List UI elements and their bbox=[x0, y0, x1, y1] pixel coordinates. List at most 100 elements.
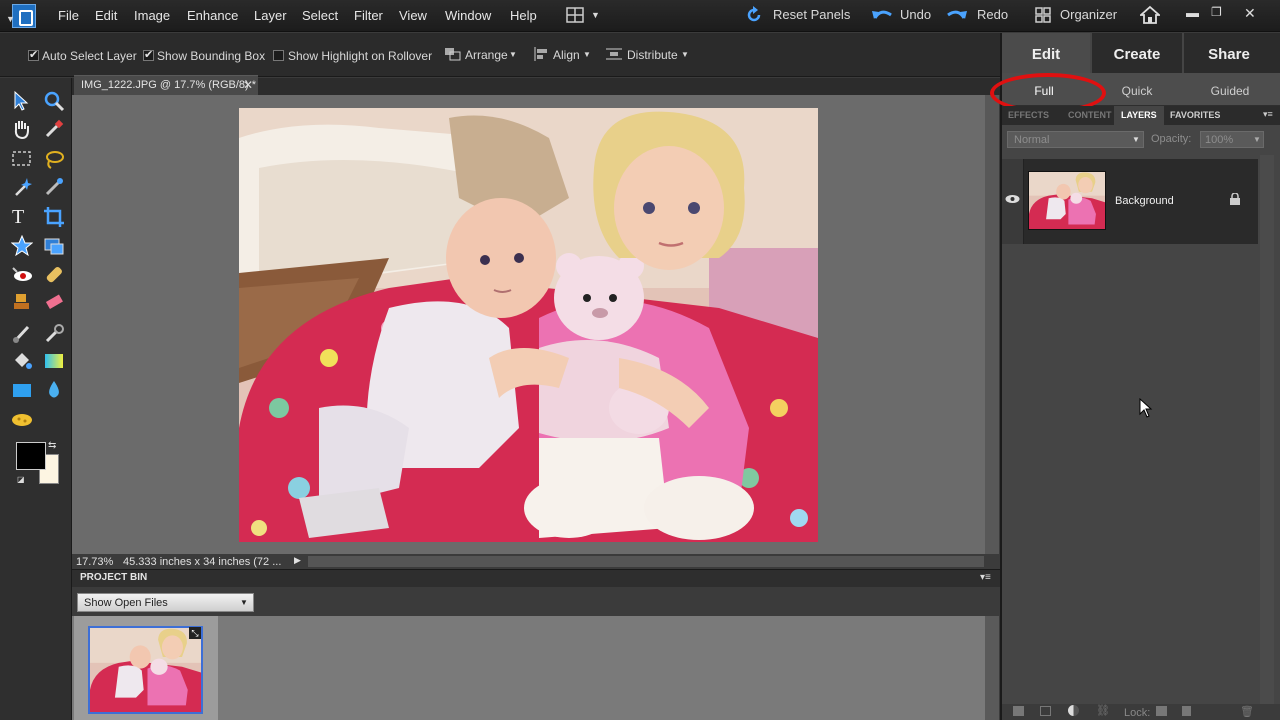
minimize-icon[interactable]: ▬ bbox=[1186, 5, 1199, 20]
menu-view[interactable]: View bbox=[399, 8, 427, 23]
show-highlight-checkbox[interactable] bbox=[273, 50, 284, 61]
distribute-chevron-icon[interactable]: ▼ bbox=[681, 50, 689, 59]
red-eye-tool-icon[interactable] bbox=[11, 264, 33, 286]
default-colors-icon[interactable]: ◪ bbox=[17, 475, 25, 484]
panel-menu-icon[interactable]: ▾≡ bbox=[1263, 109, 1273, 120]
cookie-cutter-tool-icon[interactable] bbox=[11, 235, 33, 257]
eraser-tool-icon[interactable] bbox=[43, 292, 65, 314]
type-tool-icon[interactable]: T bbox=[12, 206, 24, 229]
show-highlight-label: Show Highlight on Rollover bbox=[288, 49, 433, 63]
link-icon[interactable]: ⛓ bbox=[1096, 704, 1110, 717]
clone-stamp-tool-icon[interactable] bbox=[11, 292, 33, 314]
subtab-guided[interactable]: Guided bbox=[1190, 84, 1270, 98]
move-tool-icon[interactable] bbox=[11, 90, 33, 112]
bin-show-select[interactable]: Show Open Files ▼ bbox=[77, 593, 254, 612]
tab-create[interactable]: Create bbox=[1092, 46, 1182, 63]
align-icon[interactable] bbox=[533, 47, 551, 61]
blend-mode-value: Normal bbox=[1014, 134, 1050, 146]
status-arrow-icon[interactable]: ▶ bbox=[294, 555, 301, 566]
arrange-icon[interactable] bbox=[444, 47, 462, 61]
bin-vertical-scrollbar[interactable] bbox=[985, 616, 999, 720]
recompose-tool-icon[interactable] bbox=[43, 235, 65, 257]
brush-tool-icon[interactable] bbox=[11, 322, 33, 344]
eye-icon[interactable] bbox=[1005, 194, 1020, 204]
shape-tool-icon[interactable] bbox=[11, 379, 33, 401]
workspace-chevron-icon[interactable]: ▼ bbox=[591, 10, 600, 20]
mouse-cursor-icon bbox=[1139, 398, 1153, 418]
tab-share[interactable]: Share bbox=[1184, 46, 1274, 63]
canvas-horizontal-scrollbar[interactable] bbox=[308, 556, 984, 567]
menu-filter[interactable]: Filter bbox=[354, 8, 383, 23]
options-menu-icon[interactable]: ▼ bbox=[6, 14, 15, 24]
organizer-icon[interactable] bbox=[1034, 6, 1052, 24]
tab-layers[interactable]: LAYERS bbox=[1121, 110, 1157, 120]
smart-brush-tool-icon[interactable] bbox=[43, 322, 65, 344]
blur-tool-icon[interactable] bbox=[43, 379, 65, 401]
distribute-button[interactable]: Distribute bbox=[627, 48, 678, 62]
distribute-icon[interactable] bbox=[606, 47, 624, 61]
undo-icon[interactable] bbox=[871, 6, 893, 24]
magic-wand-tool-icon[interactable] bbox=[11, 176, 33, 198]
lock-label: Lock: bbox=[1124, 707, 1151, 719]
lock-transparency-icon[interactable] bbox=[1156, 706, 1167, 716]
eyedropper-tool-icon[interactable] bbox=[43, 118, 65, 140]
tab-content[interactable]: CONTENT bbox=[1068, 110, 1112, 120]
arrange-chevron-icon[interactable]: ▼ bbox=[509, 50, 517, 59]
subtab-quick[interactable]: Quick bbox=[1097, 84, 1177, 98]
crop-tool-icon[interactable] bbox=[43, 206, 65, 228]
sponge-tool-icon[interactable] bbox=[11, 409, 33, 431]
lock-all-icon[interactable] bbox=[1182, 706, 1191, 716]
adjustment-layer-icon[interactable] bbox=[1068, 705, 1079, 716]
quick-selection-tool-icon[interactable] bbox=[43, 176, 65, 198]
opacity-value: 100% bbox=[1205, 134, 1234, 146]
undo-button[interactable]: Undo bbox=[900, 7, 931, 22]
document-photo[interactable] bbox=[239, 108, 818, 542]
project-bin-menu-icon[interactable]: ▾≡ bbox=[980, 572, 991, 583]
thumbnail-expand-icon[interactable]: ⤡ bbox=[189, 627, 201, 639]
menu-image[interactable]: Image bbox=[134, 8, 170, 23]
menu-layer[interactable]: Layer bbox=[254, 8, 287, 23]
restore-icon[interactable]: ❐ bbox=[1211, 5, 1222, 19]
bin-thumbnail[interactable] bbox=[88, 626, 203, 714]
menu-edit[interactable]: Edit bbox=[95, 8, 117, 23]
arrange-button[interactable]: Arrange bbox=[465, 48, 508, 62]
home-icon[interactable] bbox=[1140, 5, 1160, 25]
show-bounding-box-checkbox[interactable] bbox=[143, 48, 154, 61]
workspace-layout-icon[interactable] bbox=[566, 7, 584, 25]
panel-vertical-scrollbar[interactable] bbox=[1260, 155, 1274, 705]
gradient-tool-icon[interactable] bbox=[43, 350, 65, 372]
marquee-tool-icon[interactable] bbox=[11, 148, 33, 170]
document-tab[interactable]: IMG_1222.JPG @ 17.7% (RGB/8) * bbox=[74, 75, 258, 95]
tab-edit[interactable]: Edit bbox=[1001, 46, 1091, 63]
align-chevron-icon[interactable]: ▼ bbox=[583, 50, 591, 59]
menu-window[interactable]: Window bbox=[445, 8, 491, 23]
lasso-tool-icon[interactable] bbox=[43, 148, 65, 170]
redo-button[interactable]: Redo bbox=[977, 7, 1008, 22]
align-button[interactable]: Align bbox=[553, 48, 580, 62]
menu-select[interactable]: Select bbox=[302, 8, 338, 23]
tab-favorites[interactable]: FAVORITES bbox=[1170, 110, 1220, 120]
menu-file[interactable]: File bbox=[58, 8, 79, 23]
redo-icon[interactable] bbox=[946, 6, 968, 24]
swap-colors-icon[interactable]: ⇆ bbox=[48, 440, 56, 451]
zoom-tool-icon[interactable] bbox=[43, 90, 65, 112]
healing-brush-tool-icon[interactable] bbox=[43, 264, 65, 286]
tab-effects[interactable]: EFFECTS bbox=[1008, 110, 1049, 120]
new-group-icon[interactable] bbox=[1040, 706, 1051, 716]
menu-enhance[interactable]: Enhance bbox=[187, 8, 238, 23]
document-close-icon[interactable]: ✕ bbox=[243, 78, 253, 92]
reset-panels-icon[interactable] bbox=[745, 6, 763, 24]
trash-icon[interactable]: 🗑 bbox=[1240, 705, 1254, 718]
blend-mode-select[interactable]: Normal ▼ bbox=[1007, 131, 1144, 148]
auto-select-layer-checkbox[interactable] bbox=[28, 48, 39, 61]
menu-help[interactable]: Help bbox=[510, 8, 537, 23]
paint-bucket-tool-icon[interactable] bbox=[11, 350, 33, 372]
organizer-button[interactable]: Organizer bbox=[1060, 7, 1117, 22]
close-icon[interactable]: ✕ bbox=[1244, 5, 1256, 22]
foreground-color-swatch[interactable] bbox=[16, 442, 46, 470]
opacity-field[interactable]: 100% ▼ bbox=[1200, 131, 1264, 148]
new-layer-icon[interactable] bbox=[1013, 706, 1024, 716]
canvas-vertical-scrollbar[interactable] bbox=[985, 95, 999, 554]
hand-tool-icon[interactable] bbox=[11, 118, 33, 140]
reset-panels-button[interactable]: Reset Panels bbox=[773, 7, 850, 22]
